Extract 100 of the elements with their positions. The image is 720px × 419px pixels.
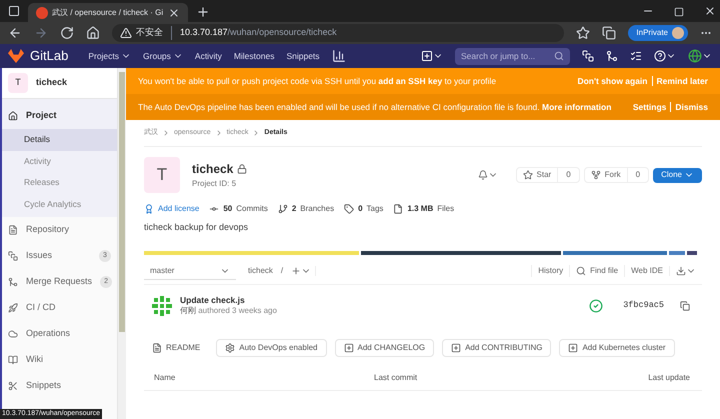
plus-icon — [344, 342, 354, 352]
star-count[interactable]: 0 — [558, 168, 579, 182]
copy-icon[interactable] — [680, 300, 690, 310]
shortcut-button[interactable]: Auto DevOps enabled — [216, 338, 327, 356]
tag-icon — [344, 204, 354, 214]
chart-icon[interactable] — [332, 49, 346, 63]
plus-icon — [421, 50, 433, 62]
gitlab-favicon-icon — [36, 6, 48, 18]
shortcut-button[interactable]: Add CONTRIBUTING — [442, 338, 552, 356]
url-text: 10.3.70.187/wuhan/opensource/ticheck — [180, 26, 337, 40]
profile-avatar-icon — [672, 27, 684, 39]
gear-icon — [225, 342, 236, 352]
rocket-icon — [8, 303, 18, 313]
search-icon — [576, 266, 586, 276]
sidebar-item[interactable]: Operations — [2, 321, 117, 347]
search-icon — [554, 51, 564, 61]
document-icon — [8, 225, 18, 235]
gitlab-logo-icon[interactable] — [8, 49, 24, 63]
fork-icon — [590, 170, 601, 180]
plus-icon — [291, 266, 302, 276]
favorite-icon[interactable] — [576, 26, 590, 40]
sidebar-subitem[interactable]: Details — [2, 129, 117, 150]
forward-icon[interactable] — [34, 26, 48, 40]
fork-button[interactable]: Fork — [584, 168, 628, 182]
star-icon — [522, 170, 533, 180]
address-bar[interactable]: 不安全 10.3.70.187/wuhan/opensource/ticheck — [112, 24, 564, 42]
branch-dropdown[interactable]: master — [144, 262, 236, 280]
project-avatar[interactable]: T — [8, 73, 28, 93]
project-stat-link[interactable]: 50 Commits — [209, 203, 268, 215]
scissors-icon — [8, 381, 18, 391]
merge-request-icon[interactable] — [606, 50, 618, 62]
reload-icon[interactable] — [60, 26, 74, 40]
sidebar-item[interactable]: Wiki — [2, 347, 117, 373]
project-stat-link[interactable]: 2 Branches — [278, 203, 334, 215]
project-name[interactable]: ticheck — [36, 76, 68, 90]
search-field[interactable]: Search or jump to... — [455, 48, 570, 64]
plus-icon — [568, 342, 578, 352]
sidebar-item[interactable]: CI / CD — [2, 295, 117, 321]
sidebar-item[interactable]: Project — [2, 103, 117, 129]
repo-action-button[interactable]: Web IDE — [624, 265, 669, 277]
nav-link[interactable]: Snippets — [286, 50, 320, 62]
issues-icon — [8, 251, 18, 261]
maximize-icon[interactable] — [674, 7, 684, 17]
help-dropdown[interactable] — [654, 50, 676, 62]
file-icon — [393, 204, 404, 214]
repo-action-button[interactable]: History — [531, 265, 570, 277]
project-stat-link[interactable]: 1.3 MB Files — [393, 203, 454, 215]
shortcut-button[interactable]: README — [144, 338, 208, 356]
chevron-right-icon — [162, 129, 170, 137]
lock-icon — [237, 164, 248, 174]
project-title: ticheck — [192, 161, 234, 178]
sidebar-subitem[interactable]: Activity — [2, 150, 117, 172]
shortcut-button[interactable]: Add CHANGELOG — [334, 338, 434, 356]
nav-link[interactable]: Projects — [88, 50, 132, 62]
fork-count[interactable]: 0 — [628, 168, 648, 182]
issues-icon[interactable] — [582, 50, 594, 62]
close-icon[interactable] — [704, 5, 716, 17]
brand-name[interactable]: GitLab — [30, 46, 68, 66]
path-breadcrumb[interactable]: ticheck — [248, 265, 273, 277]
nav-link[interactable]: Milestones — [234, 50, 274, 62]
warning-icon — [120, 27, 132, 39]
nav-link[interactable]: Groups — [143, 50, 183, 62]
banner-message: You won't be able to pull or push project code via SSH until you add an SSH key to your profile — [138, 74, 498, 88]
new-item-dropdown[interactable] — [421, 50, 443, 62]
nav-link[interactable]: Activity — [194, 50, 222, 62]
back-icon[interactable] — [8, 26, 22, 40]
browser-tab[interactable]: 武汉 / opensource / ticheck · Gi — [28, 3, 188, 22]
help-icon — [654, 50, 666, 62]
column-header: Last commit — [374, 372, 418, 384]
todo-icon[interactable] — [630, 50, 642, 62]
book-icon — [8, 355, 18, 365]
shortcut-button[interactable]: Add Kubernetes cluster — [559, 338, 675, 356]
sidebar-item[interactable]: Snippets — [2, 373, 117, 399]
close-icon[interactable] — [168, 6, 180, 18]
home-icon — [8, 111, 18, 121]
sidebar-subitem[interactable]: Releases — [2, 172, 117, 194]
license-icon — [144, 204, 154, 214]
repo-action-button[interactable]: Find file — [569, 265, 624, 277]
star-button[interactable]: Star — [516, 168, 558, 182]
security-warning: 不安全 — [136, 26, 172, 40]
sidebar-item[interactable]: Repository — [2, 217, 117, 243]
sidebar-subitem[interactable]: Cycle Analytics — [2, 194, 117, 215]
project-stat-link[interactable]: 0 Tags — [344, 203, 384, 215]
collections-icon[interactable] — [602, 26, 616, 40]
user-menu-dropdown[interactable] — [688, 49, 712, 63]
clone-button[interactable]: Clone — [653, 168, 702, 182]
commit-sha[interactable]: 3fbc9ac5 — [623, 299, 664, 312]
branch-icon — [278, 204, 288, 214]
merge-request-icon — [8, 277, 18, 287]
inprivate-badge[interactable]: InPrivate — [628, 25, 688, 41]
home-icon[interactable] — [86, 26, 100, 40]
pipeline-passed-icon[interactable] — [589, 298, 604, 312]
project-stat-link[interactable]: Add license — [144, 203, 200, 215]
banner-message: The Auto DevOps pipeline has been enabled and will be used if no alternative CI configuration file is found. More information — [138, 100, 612, 114]
add-file-dropdown[interactable] — [291, 266, 316, 276]
scrollbar-track[interactable] — [118, 68, 126, 419]
new-tab-icon[interactable] — [196, 5, 210, 19]
commit-message[interactable]: Update check.js — [180, 295, 277, 306]
tab-actions-icon[interactable] — [8, 5, 20, 17]
project-id: Project ID: 5 — [192, 178, 238, 190]
